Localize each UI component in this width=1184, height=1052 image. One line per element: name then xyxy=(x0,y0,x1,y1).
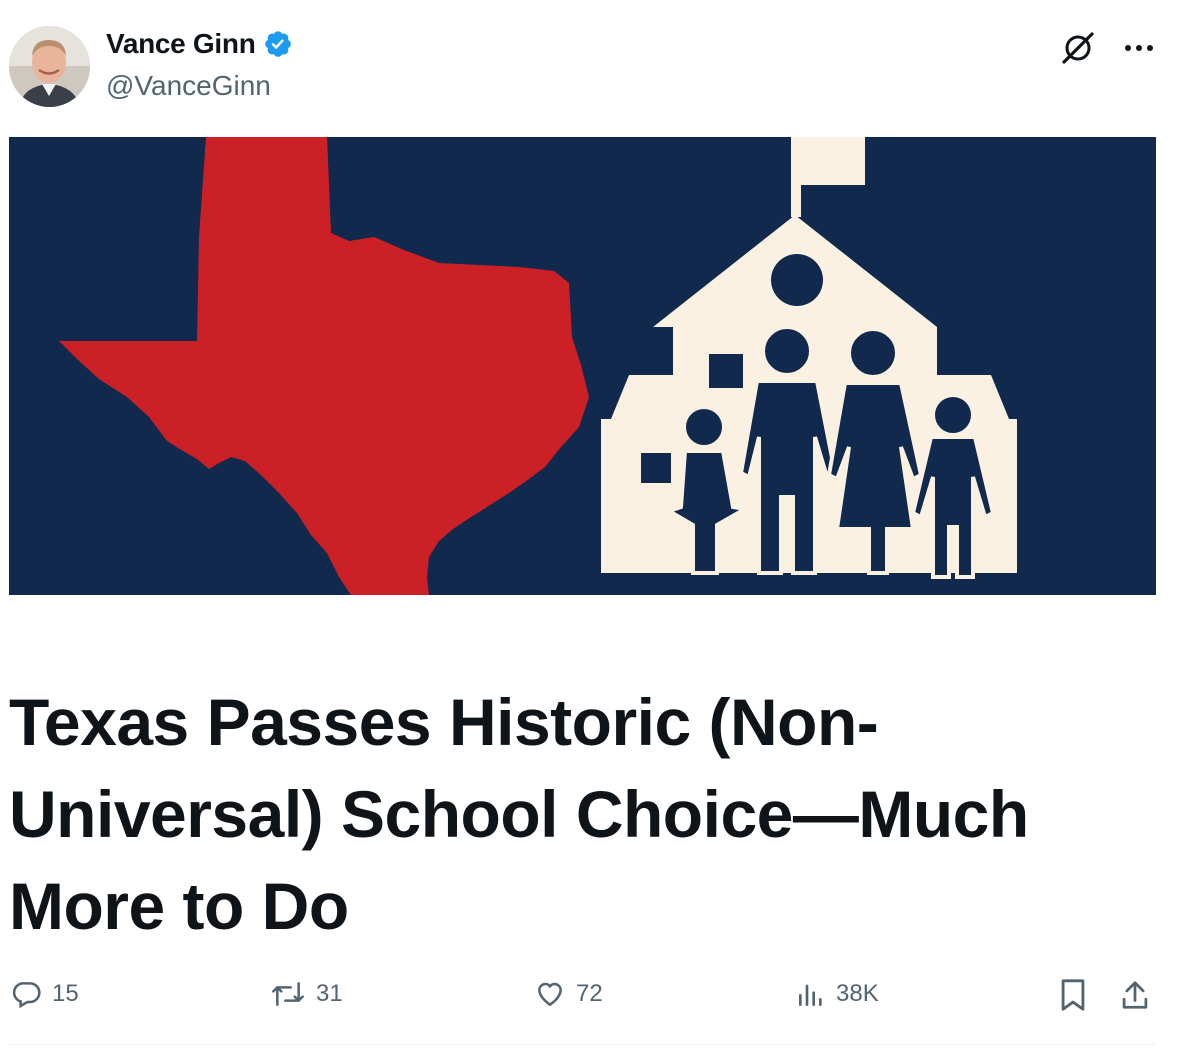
share-icon xyxy=(1122,981,1148,1009)
bookmark-icon xyxy=(1061,979,1085,1011)
post-image[interactable] xyxy=(9,137,1156,595)
views-chart-icon xyxy=(799,984,822,1006)
avatar[interactable] xyxy=(9,26,90,107)
reply-count: 15 xyxy=(52,980,79,1007)
repost-icon xyxy=(272,982,304,1006)
bookmark-button[interactable] xyxy=(1058,978,1088,1012)
reply-icon xyxy=(12,982,41,1009)
author-name-row[interactable]: Vance Ginn xyxy=(106,28,293,60)
views-button[interactable]: 38K xyxy=(796,978,879,1010)
top-actions xyxy=(1060,30,1154,66)
heart-icon xyxy=(538,982,562,1007)
verified-badge-icon xyxy=(264,31,291,57)
like-count: 72 xyxy=(576,980,603,1007)
author-name[interactable]: Vance Ginn xyxy=(106,28,256,60)
repost-button[interactable]: 31 xyxy=(270,978,343,1010)
engagement-bar: 15 31 72 38K xyxy=(0,978,1184,1018)
grok-icon[interactable] xyxy=(1060,30,1096,66)
hero-illustration xyxy=(9,137,1156,595)
views-count: 38K xyxy=(836,980,879,1007)
author-handle[interactable]: @VanceGinn xyxy=(106,70,271,102)
share-button[interactable] xyxy=(1120,978,1150,1012)
reply-button[interactable]: 15 xyxy=(10,978,79,1010)
post-headline: Texas Passes Historic (Non-Universal) Sc… xyxy=(9,685,1029,943)
avatar-photo xyxy=(9,26,90,107)
like-button[interactable]: 72 xyxy=(534,978,603,1010)
divider xyxy=(9,1044,1156,1045)
repost-count: 31 xyxy=(316,980,343,1007)
more-options-icon[interactable] xyxy=(1124,43,1154,53)
